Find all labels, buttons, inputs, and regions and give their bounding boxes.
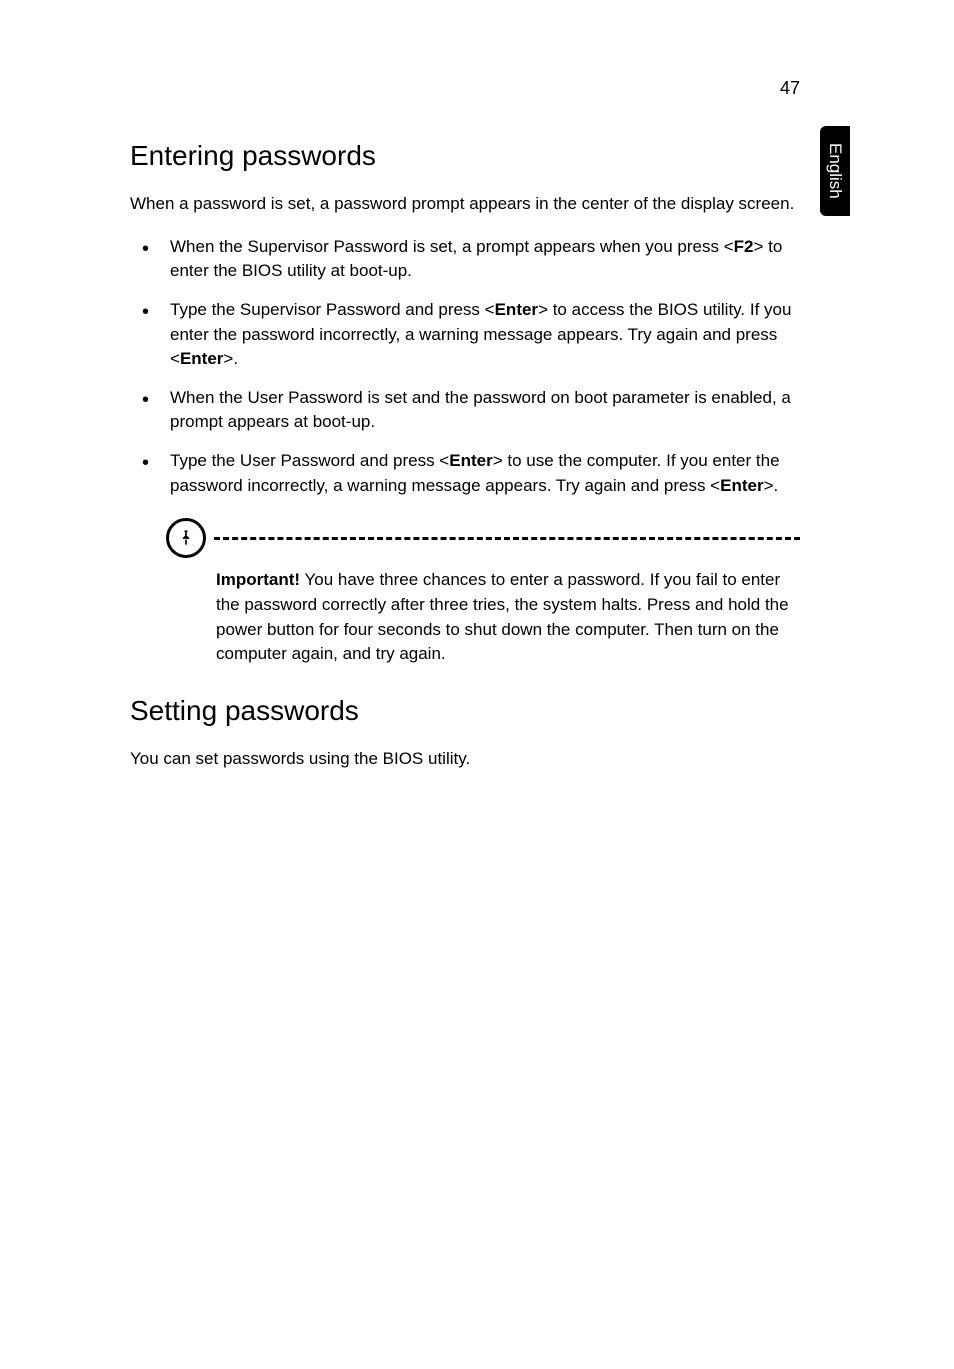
note-body: You have three chances to enter a passwo…	[216, 570, 789, 663]
bullet-text: When the Supervisor Password is set, a p…	[170, 237, 734, 256]
note-text: Important! You have three chances to ent…	[216, 568, 800, 667]
list-item: Type the Supervisor Password and press <…	[130, 298, 800, 372]
bullet-text: Type the Supervisor Password and press <	[170, 300, 495, 319]
keycap: F2	[734, 237, 754, 256]
bullet-text: >.	[223, 349, 238, 368]
bullet-text: When the User Password is set and the pa…	[170, 388, 791, 432]
page-content: Entering passwords When a password is se…	[130, 140, 800, 790]
section-setting-passwords: Setting passwords You can set passwords …	[130, 695, 800, 772]
dashed-divider	[214, 537, 800, 540]
keycap: Enter	[449, 451, 492, 470]
pin-icon	[166, 518, 206, 558]
page-number: 47	[780, 78, 800, 99]
keycap: Enter	[180, 349, 223, 368]
keycap: Enter	[495, 300, 538, 319]
list-item: When the Supervisor Password is set, a p…	[130, 235, 800, 284]
language-tab: English	[820, 126, 850, 216]
bullet-text: Type the User Password and press <	[170, 451, 449, 470]
note-separator	[166, 518, 800, 558]
section-heading-entering-passwords: Entering passwords	[130, 140, 800, 172]
list-item: Type the User Password and press <Enter>…	[130, 449, 800, 498]
intro-paragraph: When a password is set, a password promp…	[130, 192, 800, 217]
important-note: Important! You have three chances to ent…	[166, 518, 800, 667]
important-label: Important!	[216, 570, 300, 589]
list-item: When the User Password is set and the pa…	[130, 386, 800, 435]
section2-body: You can set passwords using the BIOS uti…	[130, 747, 800, 772]
keycap: Enter	[720, 476, 763, 495]
bullet-list: When the Supervisor Password is set, a p…	[130, 235, 800, 499]
bullet-text: >.	[764, 476, 779, 495]
section-heading-setting-passwords: Setting passwords	[130, 695, 800, 727]
